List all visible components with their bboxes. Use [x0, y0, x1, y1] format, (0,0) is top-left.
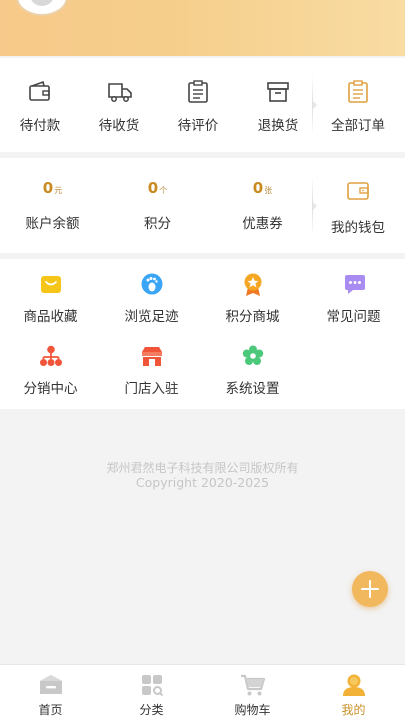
chat-icon — [345, 275, 365, 294]
account-balance[interactable]: 0元 账户余额 — [0, 178, 105, 232]
flower-settings-icon — [242, 345, 264, 365]
coupons[interactable]: 0张 优惠券 — [210, 178, 315, 232]
avatar-placeholder-icon — [30, 0, 54, 6]
tab-label: 首页 — [38, 703, 63, 717]
balance-unit: 元 — [54, 186, 63, 195]
order-list-icon — [348, 80, 368, 103]
favorites-icon — [41, 276, 61, 293]
tab-label: 分类 — [139, 703, 164, 717]
profile-header — [0, 0, 405, 56]
divider — [309, 75, 317, 135]
tab-category[interactable]: 分类 — [101, 665, 202, 720]
truck-icon — [108, 83, 132, 102]
coupons-label: 优惠券 — [242, 216, 283, 232]
service-faq[interactable]: 常见问题 — [303, 273, 404, 325]
order-returns[interactable]: 退换货 — [238, 80, 318, 134]
service-label: 常见问题 — [326, 309, 381, 325]
cart-icon — [241, 674, 266, 696]
coupons-unit: 张 — [264, 186, 273, 195]
add-fab-button[interactable] — [352, 571, 388, 607]
all-orders-button[interactable]: 全部订单 — [318, 80, 398, 134]
service-distribution-center[interactable]: 分销中心 — [0, 345, 101, 397]
medal-icon — [244, 273, 262, 296]
order-pending-payment[interactable]: 待付款 — [0, 80, 80, 134]
tab-profile[interactable]: 我的 — [303, 665, 404, 720]
service-label: 分销中心 — [23, 381, 78, 397]
my-wallet-button[interactable]: 我的钱包 — [318, 180, 398, 236]
service-label: 商品收藏 — [23, 309, 78, 325]
tab-label: 购物车 — [234, 703, 271, 717]
wallet-icon — [29, 80, 50, 101]
return-box-icon — [267, 82, 289, 102]
profile-icon — [343, 674, 365, 696]
my-wallet-label: 我的钱包 — [331, 220, 385, 236]
orders-card: 待付款 待收货 待评价 退换货 全部订单 — [0, 58, 405, 152]
coupons-value: 0 — [252, 179, 264, 197]
order-label: 待收货 — [98, 118, 140, 134]
service-label: 系统设置 — [225, 381, 280, 397]
points-label: 积分 — [144, 216, 171, 232]
service-footprints[interactable]: 浏览足迹 — [101, 273, 202, 325]
service-system-settings[interactable]: 系统设置 — [202, 345, 303, 397]
order-label: 待评价 — [177, 118, 219, 134]
company-copyright: 郑州君然电子科技有限公司版权所有 — [106, 461, 299, 475]
tab-label: 我的 — [341, 703, 366, 717]
tab-cart[interactable]: 购物车 — [202, 665, 303, 720]
service-store-join[interactable]: 门店入驻 — [101, 345, 202, 397]
footprint-icon — [141, 273, 163, 295]
service-label: 积分商城 — [225, 309, 280, 325]
balance-value: 0 — [42, 179, 54, 197]
copyright-years: Copyright 2020-2025 — [135, 475, 270, 490]
service-label: 门店入驻 — [124, 381, 179, 397]
divider — [309, 176, 317, 236]
category-icon — [142, 675, 164, 697]
avatar[interactable] — [16, 0, 68, 16]
tab-home[interactable]: 首页 — [0, 665, 101, 720]
points[interactable]: 0个 积分 — [105, 178, 210, 232]
order-pending-receipt[interactable]: 待收货 — [79, 80, 159, 134]
service-points-mall[interactable]: 积分商城 — [202, 273, 303, 325]
bottom-tab-bar: 首页 分类 购物车 我的 — [0, 664, 405, 720]
org-chart-icon — [40, 345, 62, 366]
wallet-card: 0元 账户余额 0个 积分 0张 优惠券 我的钱包 — [0, 158, 405, 253]
home-icon — [40, 675, 62, 694]
services-card: 商品收藏 浏览足迹 积分商城 常见问题 分销中心 门店入驻 系统设置 — [0, 259, 405, 409]
service-favorites[interactable]: 商品收藏 — [0, 273, 101, 325]
balance-label: 账户余额 — [25, 216, 80, 232]
clipboard-icon — [188, 80, 208, 103]
points-unit: 个 — [159, 186, 168, 195]
order-pending-review[interactable]: 待评价 — [158, 80, 238, 134]
all-orders-label: 全部订单 — [331, 118, 385, 134]
service-label: 浏览足迹 — [124, 309, 179, 325]
order-label: 待付款 — [19, 118, 61, 134]
wallet-icon — [347, 182, 369, 200]
order-label: 退换货 — [257, 118, 299, 134]
store-icon — [142, 347, 162, 366]
points-value: 0 — [147, 179, 159, 197]
